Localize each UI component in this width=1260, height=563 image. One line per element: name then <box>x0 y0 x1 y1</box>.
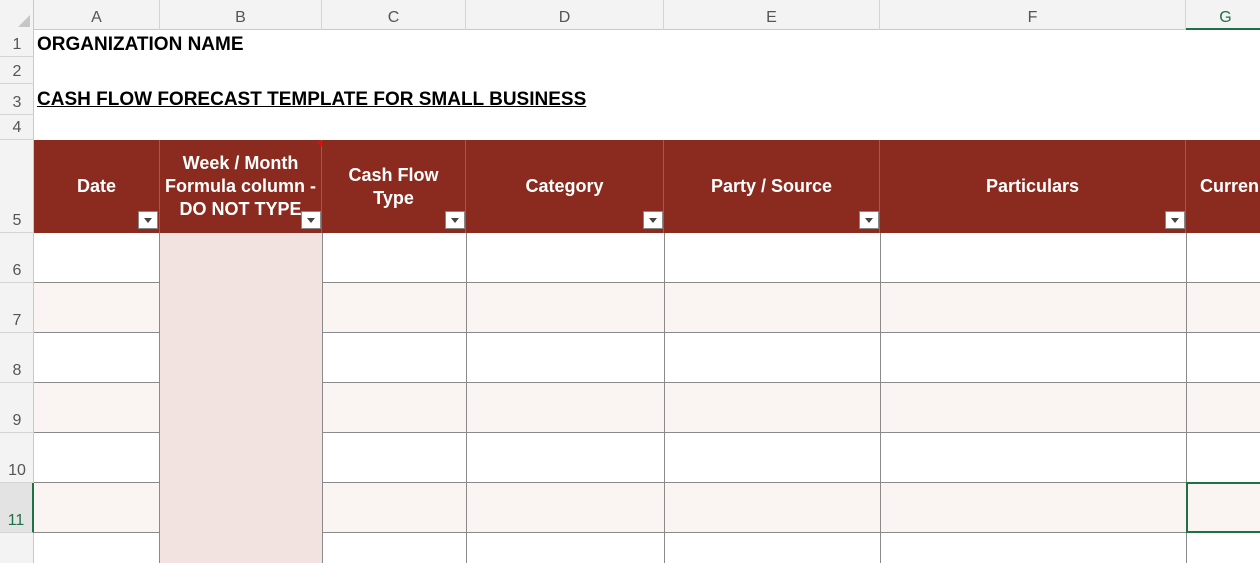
row-header-6[interactable]: 6 <box>0 233 34 283</box>
row-header-5[interactable]: 5 <box>0 140 34 233</box>
column-header-c[interactable]: C <box>322 0 466 30</box>
header-week-month[interactable]: Week / Month Formula column - DO NOT TYP… <box>160 140 322 233</box>
column-header-g[interactable]: G <box>1186 0 1260 30</box>
column-header-e[interactable]: E <box>664 0 880 30</box>
selected-cell[interactable] <box>1186 482 1260 533</box>
grid-line <box>322 233 323 563</box>
filter-dropdown-icon[interactable] <box>859 211 879 229</box>
header-currency[interactable]: Curren <box>1186 140 1260 233</box>
row-header-1[interactable]: 1 <box>0 30 34 57</box>
column-header-f[interactable]: F <box>880 0 1186 30</box>
header-party-source[interactable]: Party / Source <box>664 140 880 233</box>
filter-dropdown-icon[interactable] <box>445 211 465 229</box>
filter-dropdown-icon[interactable] <box>301 211 321 229</box>
comment-indicator-icon <box>316 141 322 147</box>
column-header-b[interactable]: B <box>160 0 322 30</box>
filter-dropdown-icon[interactable] <box>1165 211 1185 229</box>
select-all-corner[interactable] <box>0 0 34 30</box>
filter-dropdown-icon[interactable] <box>643 211 663 229</box>
grid-line <box>880 233 881 563</box>
formula-column-fill <box>160 233 322 563</box>
template-title[interactable]: CASH FLOW FORECAST TEMPLATE FOR SMALL BU… <box>37 89 586 111</box>
column-header-d[interactable]: D <box>466 0 664 30</box>
grid-line <box>466 233 467 563</box>
row-header-8[interactable]: 8 <box>0 333 34 383</box>
row-header-2[interactable]: 2 <box>0 57 34 84</box>
filter-dropdown-icon[interactable] <box>138 211 158 229</box>
header-particulars[interactable]: Particulars <box>880 140 1186 233</box>
row-header-10[interactable]: 10 <box>0 433 34 483</box>
row-header-11[interactable]: 11 <box>0 483 34 533</box>
row-header-3[interactable]: 3 <box>0 84 34 115</box>
row-header-9[interactable]: 9 <box>0 383 34 433</box>
organization-name[interactable]: ORGANIZATION NAME <box>37 34 244 56</box>
grid-line <box>664 233 665 563</box>
grid-line <box>159 233 160 563</box>
row-header-4[interactable]: 4 <box>0 115 34 140</box>
row-header-7[interactable]: 7 <box>0 283 34 333</box>
header-category[interactable]: Category <box>466 140 664 233</box>
column-header-a[interactable]: A <box>34 0 160 30</box>
